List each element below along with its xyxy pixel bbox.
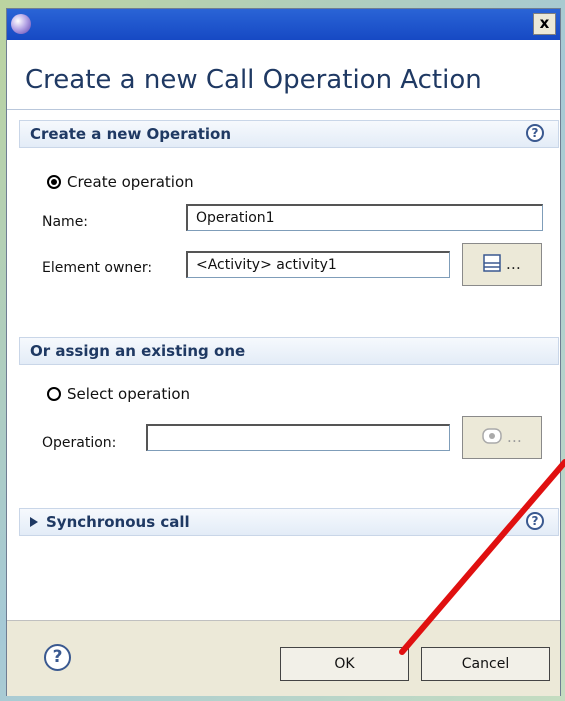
radio-checked-icon[interactable]	[47, 175, 61, 189]
create-call-operation-dialog: x Create a new Call Operation Action Cre…	[6, 8, 561, 696]
operation-field[interactable]	[146, 424, 450, 451]
dialog-footer: ? OK Cancel	[7, 620, 560, 696]
list-icon	[483, 254, 501, 272]
name-label: Name:	[42, 214, 89, 230]
operation-icon	[482, 428, 502, 444]
title-bar[interactable]: x	[7, 9, 560, 40]
assign-operation-section-header: Or assign an existing one	[19, 337, 559, 365]
create-operation-section-title: Create a new Operation	[30, 125, 232, 143]
element-owner-field[interactable]: <Activity> activity1	[186, 251, 450, 278]
triangle-right-icon	[30, 517, 38, 527]
select-operation-label: Select operation	[67, 385, 191, 403]
operation-browse-button[interactable]: …	[462, 416, 542, 459]
assign-operation-section-title: Or assign an existing one	[30, 342, 246, 360]
ok-button[interactable]: OK	[280, 647, 409, 681]
dialog-title: Create a new Call Operation Action	[25, 65, 482, 95]
name-field[interactable]: Operation1	[186, 204, 543, 231]
radio-unchecked-icon[interactable]	[47, 387, 61, 401]
close-icon: x	[539, 14, 550, 32]
select-operation-radio[interactable]: Select operation	[47, 385, 190, 403]
close-button[interactable]: x	[533, 13, 556, 35]
browse-ellipsis: …	[506, 428, 522, 446]
element-owner-browse-button[interactable]: …	[462, 243, 542, 286]
create-operation-radio[interactable]: Create operation	[47, 173, 194, 191]
create-operation-section-header: Create a new Operation ?	[19, 120, 559, 148]
help-icon[interactable]: ?	[44, 644, 71, 671]
browse-ellipsis: …	[505, 255, 521, 273]
synchronous-call-title: Synchronous call	[46, 513, 190, 531]
help-icon[interactable]: ?	[526, 124, 544, 142]
eclipse-icon	[11, 14, 31, 34]
element-owner-label: Element owner:	[42, 260, 153, 276]
help-icon[interactable]: ?	[526, 512, 544, 530]
create-operation-label: Create operation	[67, 173, 194, 191]
operation-label: Operation:	[42, 435, 117, 451]
synchronous-call-section-header[interactable]: Synchronous call ?	[19, 508, 559, 536]
cancel-button[interactable]: Cancel	[421, 647, 550, 681]
dialog-content: Create a new Operation ? Create operatio…	[7, 109, 560, 628]
